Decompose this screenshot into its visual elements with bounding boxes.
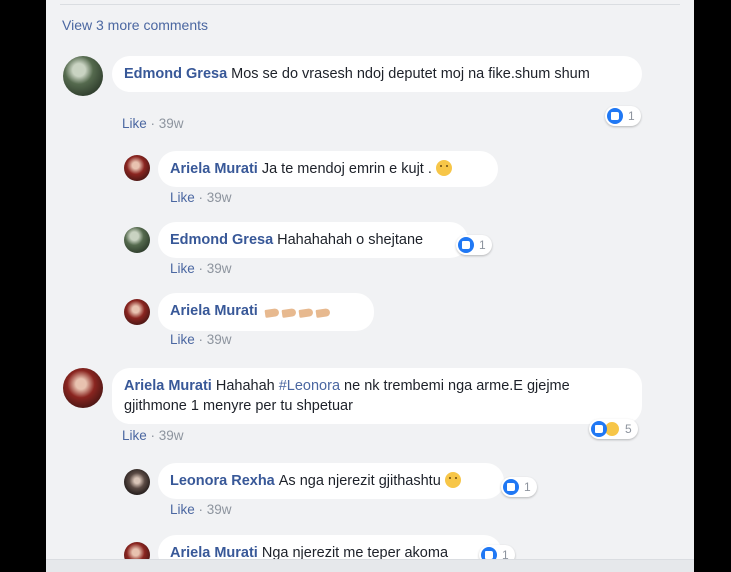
divider — [60, 4, 680, 5]
comment-text: Hahahahah o shejtane — [277, 232, 424, 248]
timestamp[interactable]: 39w — [207, 332, 232, 347]
comment-meta: Like · 39w — [170, 502, 232, 517]
comment-bubble: Ariela Murati Hahahah #Leonora ne nk trem… — [112, 368, 642, 424]
comment-meta: Like · 39w — [122, 116, 184, 131]
reaction-count: 1 — [524, 480, 531, 494]
avatar[interactable] — [124, 227, 150, 253]
meta-separator: · — [146, 116, 159, 131]
timestamp[interactable]: 39w — [159, 116, 184, 131]
bottom-bar — [46, 559, 694, 572]
like-button[interactable]: Like — [122, 428, 147, 443]
commenter-name[interactable]: Ariela Murati — [124, 378, 212, 394]
comment-bubble: Edmond Gresa Mos se do vrasesh ndoj deput… — [112, 56, 642, 92]
reply-bubble: Leonora Rexha As nga njerezit gjithashtu — [158, 463, 504, 499]
timestamp[interactable]: 39w — [159, 428, 184, 443]
comment-text: As nga njerezit gjithashtu — [278, 473, 441, 489]
meta-separator: · — [194, 190, 207, 205]
like-reaction-icon — [607, 108, 623, 124]
like-reaction-icon — [503, 479, 519, 495]
avatar[interactable] — [63, 368, 103, 408]
like-reaction-icon — [458, 237, 474, 253]
like-button[interactable]: Like — [170, 190, 195, 205]
comment-meta: Like · 39w — [122, 428, 184, 443]
reaction-count: 1 — [628, 109, 635, 123]
reaction-count: 1 — [479, 238, 486, 252]
avatar[interactable] — [63, 56, 103, 96]
reaction-summary[interactable]: 5 — [589, 419, 638, 439]
avatar[interactable] — [124, 469, 150, 495]
meta-separator: · — [194, 261, 207, 276]
commenter-name[interactable]: Leonora Rexha — [170, 473, 275, 489]
reply-bubble: Ariela Murati — [158, 293, 374, 331]
comment-text: Mos se do vrasesh ndoj deputet moj na fi… — [231, 66, 590, 82]
reply-bubble: Edmond Gresa Hahahahah o shejtane — [158, 222, 468, 258]
like-button[interactable]: Like — [170, 332, 195, 347]
reaction-summary[interactable]: 1 — [456, 235, 492, 255]
reaction-summary[interactable]: 1 — [605, 106, 641, 126]
reaction-count: 5 — [625, 422, 632, 436]
pointing-hands-emoji-icon — [262, 303, 331, 323]
commenter-name[interactable]: Edmond Gresa — [124, 66, 227, 82]
meta-separator: · — [194, 332, 207, 347]
timestamp[interactable]: 39w — [207, 261, 232, 276]
hashtag-link[interactable]: #Leonora — [279, 378, 340, 394]
timestamp[interactable]: 39w — [207, 190, 232, 205]
comment-meta: Like · 39w — [170, 190, 232, 205]
comment-meta: Like · 39w — [170, 332, 232, 347]
comment-text: Ja te mendoj emrin e kujt . — [261, 161, 432, 177]
smirk-emoji-icon — [444, 472, 461, 488]
reply-bubble: Ariela Murati Ja te mendoj emrin e kujt . — [158, 151, 498, 187]
like-button[interactable]: Like — [170, 502, 195, 517]
avatar[interactable] — [124, 299, 150, 325]
like-reaction-icon — [591, 421, 607, 437]
like-button[interactable]: Like — [170, 261, 195, 276]
commenter-name[interactable]: Edmond Gresa — [170, 232, 273, 248]
meta-separator: · — [194, 502, 207, 517]
commenter-name[interactable]: Ariela Murati — [170, 303, 258, 319]
confused-emoji-icon — [435, 160, 452, 176]
meta-separator: · — [146, 428, 159, 443]
timestamp[interactable]: 39w — [207, 502, 232, 517]
like-button[interactable]: Like — [122, 116, 147, 131]
comments-panel: View 3 more comments Edmond Gresa Mos se … — [46, 0, 694, 572]
view-more-comments-link[interactable]: View 3 more comments — [62, 17, 208, 33]
reaction-summary[interactable]: 1 — [501, 477, 537, 497]
commenter-name[interactable]: Ariela Murati — [170, 161, 258, 177]
comment-meta: Like · 39w — [170, 261, 232, 276]
avatar[interactable] — [124, 155, 150, 181]
comment-text: Hahahah — [215, 378, 279, 394]
